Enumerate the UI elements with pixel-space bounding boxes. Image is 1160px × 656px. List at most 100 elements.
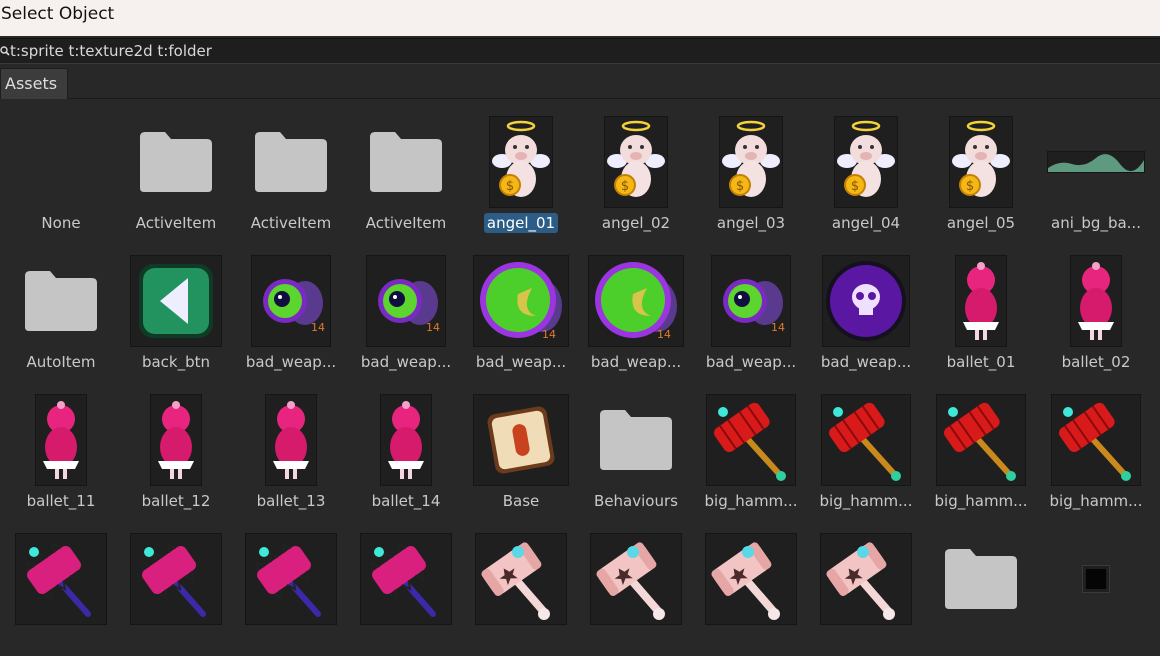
asset-tile[interactable]: ani_bg_ba... bbox=[1038, 100, 1154, 239]
tab-bar: Assets bbox=[0, 66, 1160, 99]
ballet-pig-sprite bbox=[348, 393, 464, 486]
asset-tile[interactable]: ballet_12 bbox=[118, 378, 234, 517]
asset-tile[interactable]: big_hamm... bbox=[693, 378, 809, 517]
asset-tile[interactable]: ballet_01 bbox=[923, 239, 1039, 378]
asset-tile[interactable]: big_hamm... bbox=[923, 378, 1039, 517]
svg-text:$: $ bbox=[621, 179, 629, 194]
ballet-pig-sprite bbox=[233, 393, 349, 486]
asset-label: big_hamm... bbox=[704, 492, 798, 510]
asset-label: ActiveItem bbox=[365, 214, 447, 232]
eye-bomb-small-sprite: 14 bbox=[233, 254, 349, 347]
asset-label: None bbox=[41, 214, 81, 232]
asset-tile[interactable]: $ angel_02 bbox=[578, 100, 694, 239]
svg-text:14: 14 bbox=[657, 328, 671, 341]
svg-text:14: 14 bbox=[542, 328, 556, 341]
asset-label: back_btn bbox=[141, 353, 211, 371]
red-hammer-sprite bbox=[923, 393, 1039, 486]
ballet-pig-sprite bbox=[923, 254, 1039, 347]
asset-label: Base bbox=[502, 492, 540, 510]
svg-text:14: 14 bbox=[771, 321, 785, 334]
asset-label: ballet_12 bbox=[141, 492, 211, 510]
asset-tile[interactable] bbox=[578, 517, 694, 656]
green-bomb-large-sprite: 14 bbox=[578, 254, 694, 347]
asset-tile[interactable] bbox=[118, 517, 234, 656]
search-bar[interactable]: t:sprite t:texture2d t:folder bbox=[0, 38, 1160, 64]
asset-tile[interactable]: AutoItem bbox=[3, 239, 119, 378]
asset-tile[interactable]: ballet_02 bbox=[1038, 239, 1154, 378]
bone-hammer-sprite bbox=[693, 532, 809, 625]
asset-tile[interactable]: $ angel_05 bbox=[923, 100, 1039, 239]
asset-tile[interactable] bbox=[348, 517, 464, 656]
asset-tile[interactable]: 14 bad_weap... bbox=[233, 239, 349, 378]
asset-label: angel_03 bbox=[716, 214, 786, 232]
pink-spiked-hammer-sprite bbox=[233, 532, 349, 625]
svg-text:$: $ bbox=[966, 179, 974, 194]
back-button-sprite bbox=[118, 254, 234, 347]
asset-tile[interactable]: big_hamm... bbox=[808, 378, 924, 517]
asset-label: ActiveItem bbox=[250, 214, 332, 232]
folder-icon bbox=[233, 115, 349, 208]
asset-tile[interactable]: 14 bad_weap... bbox=[463, 239, 579, 378]
ballet-pig-sprite bbox=[1038, 254, 1154, 347]
asset-label: ballet_11 bbox=[26, 492, 96, 510]
asset-tile[interactable]: ballet_13 bbox=[233, 378, 349, 517]
asset-tile[interactable]: big_hamm... bbox=[1038, 378, 1154, 517]
asset-label: bad_weap... bbox=[475, 353, 567, 371]
asset-tile[interactable] bbox=[1038, 517, 1154, 656]
asset-tile[interactable]: ActiveItem bbox=[118, 100, 234, 239]
svg-text:$: $ bbox=[736, 179, 744, 194]
folder-icon bbox=[3, 254, 119, 347]
bone-hammer-sprite bbox=[808, 532, 924, 625]
angel-sprite: $ bbox=[463, 115, 579, 208]
asset-tile[interactable] bbox=[463, 517, 579, 656]
pink-spiked-hammer-sprite bbox=[3, 532, 119, 625]
eye-bomb-small-sprite: 14 bbox=[348, 254, 464, 347]
svg-text:14: 14 bbox=[311, 321, 325, 334]
wave-sprite bbox=[1038, 115, 1154, 208]
asset-tile[interactable]: ActiveItem bbox=[348, 100, 464, 239]
angel-sprite: $ bbox=[578, 115, 694, 208]
svg-text:14: 14 bbox=[426, 321, 440, 334]
asset-tile[interactable]: 14 bad_weap... bbox=[693, 239, 809, 378]
search-input[interactable]: t:sprite t:texture2d t:folder bbox=[10, 39, 212, 63]
asset-label: bad_weap... bbox=[705, 353, 797, 371]
asset-tile[interactable]: back_btn bbox=[118, 239, 234, 378]
asset-grid: None ActiveItem ActiveItem ActiveItem $ ang… bbox=[0, 100, 1160, 637]
asset-label: big_hamm... bbox=[819, 492, 913, 510]
asset-tile[interactable]: ballet_14 bbox=[348, 378, 464, 517]
asset-tile[interactable] bbox=[233, 517, 349, 656]
asset-label: ActiveItem bbox=[135, 214, 217, 232]
asset-tile[interactable]: ballet_11 bbox=[3, 378, 119, 517]
angel-sprite: $ bbox=[923, 115, 1039, 208]
asset-label: big_hamm... bbox=[934, 492, 1028, 510]
asset-label: bad_weap... bbox=[590, 353, 682, 371]
asset-tile[interactable] bbox=[693, 517, 809, 656]
asset-tile[interactable] bbox=[808, 517, 924, 656]
search-icon[interactable] bbox=[0, 39, 10, 63]
none-thumbnail bbox=[3, 115, 119, 208]
asset-tile[interactable]: $ angel_01 bbox=[463, 100, 579, 239]
svg-text:$: $ bbox=[851, 179, 859, 194]
folder-icon bbox=[118, 115, 234, 208]
asset-tile[interactable] bbox=[923, 517, 1039, 656]
green-bomb-large-sprite: 14 bbox=[463, 254, 579, 347]
asset-tile[interactable]: $ angel_03 bbox=[693, 100, 809, 239]
asset-tile[interactable]: 14 bad_weap... bbox=[578, 239, 694, 378]
asset-tile[interactable]: bad_weap... bbox=[808, 239, 924, 378]
asset-tile[interactable]: 14 bad_weap... bbox=[348, 239, 464, 378]
asset-label: angel_04 bbox=[831, 214, 901, 232]
asset-tile[interactable]: $ angel_04 bbox=[808, 100, 924, 239]
folder-icon bbox=[578, 393, 694, 486]
asset-tile[interactable]: Behaviours bbox=[578, 378, 694, 517]
ballet-pig-sprite bbox=[118, 393, 234, 486]
angel-sprite: $ bbox=[808, 115, 924, 208]
asset-tile[interactable]: ActiveItem bbox=[233, 100, 349, 239]
asset-label: Behaviours bbox=[594, 492, 678, 510]
tab-assets[interactable]: Assets bbox=[0, 68, 68, 99]
asset-tile[interactable] bbox=[3, 517, 119, 656]
asset-label: bad_weap... bbox=[360, 353, 452, 371]
asset-tile[interactable]: None bbox=[3, 100, 119, 239]
asset-label: ballet_14 bbox=[371, 492, 441, 510]
asset-tile[interactable]: Base bbox=[463, 378, 579, 517]
black-square-sprite bbox=[1038, 532, 1154, 625]
